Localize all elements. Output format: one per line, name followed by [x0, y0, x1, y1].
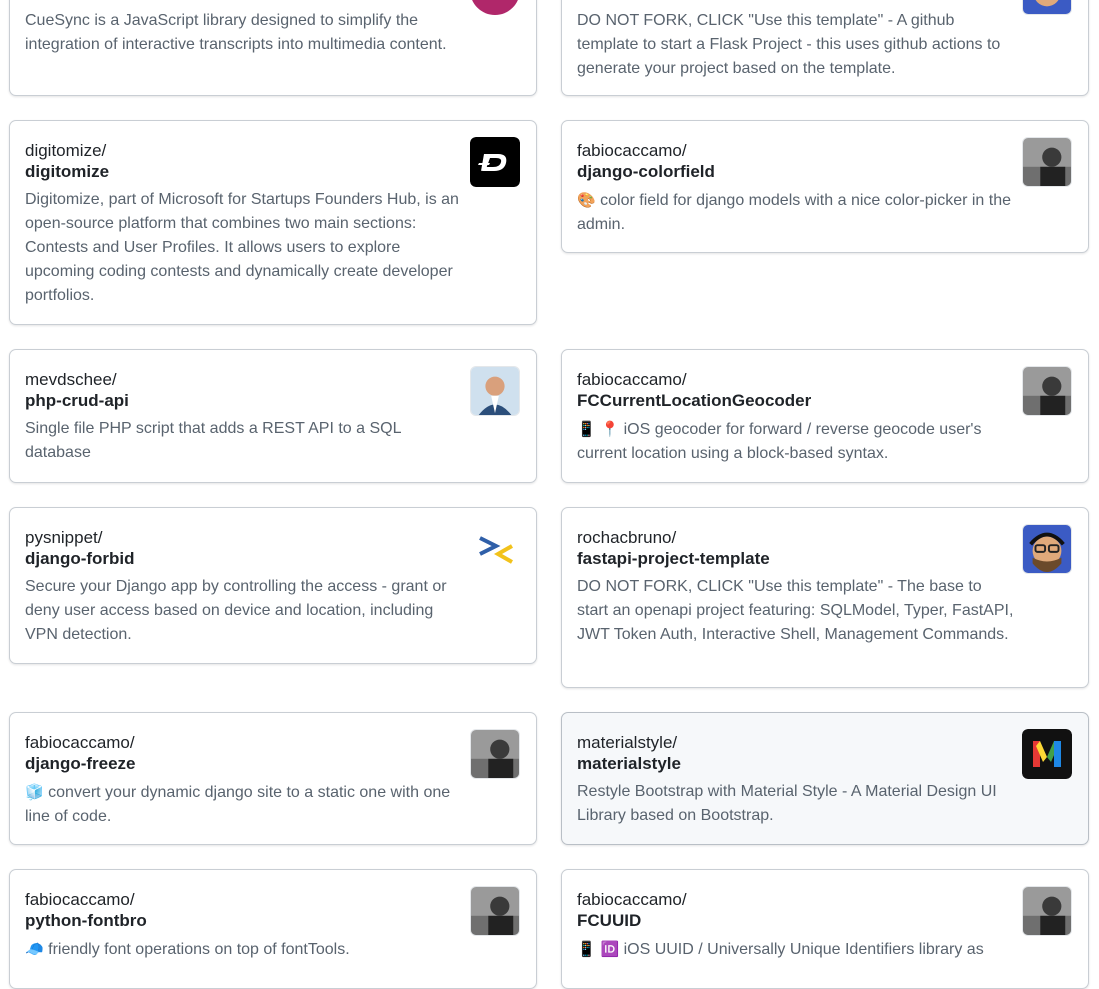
digitomize-logo-icon[interactable] [470, 137, 520, 187]
repo-description: Restyle Bootstrap with Material Style - … [577, 783, 997, 824]
repo-description: Digitomize, part of Microsoft for Startu… [25, 191, 459, 304]
repo-card-python-fontbro[interactable]: fabiocaccamo/ python-fontbro 🧢 friendly … [9, 869, 537, 989]
repo-card-fastapi-project-template[interactable]: rochacbruno/ fastapi-project-template DO… [561, 507, 1089, 688]
fabiocaccamo-avatar-icon[interactable] [1022, 366, 1072, 416]
cap-icon: 🧢 [25, 940, 44, 958]
repo-card-django-forbid[interactable]: pysnippet/ django-forbid Secure your Dja… [9, 507, 537, 664]
repo-owner-link[interactable]: fabiocaccamo/ [25, 889, 135, 910]
repo-card-django-freeze[interactable]: fabiocaccamo/ django-freeze 🧊 convert yo… [9, 712, 537, 845]
repo-description: 🧢 friendly font operations on top of fon… [25, 940, 350, 958]
repo-owner-link[interactable]: pysnippet/ [25, 527, 103, 548]
rochacbruno-avatar-icon[interactable] [1022, 0, 1072, 15]
repo-owner-link[interactable]: fabiocaccamo/ [577, 369, 687, 390]
repo-name-link[interactable]: django-forbid [25, 548, 135, 569]
repo-name-link[interactable]: django-freeze [25, 753, 136, 774]
cuesync-logo-icon[interactable] [470, 0, 520, 15]
pysnippet-logo-icon[interactable] [470, 524, 520, 574]
repo-card-fcuuid[interactable]: fabiocaccamo/ FCUUID 📱 🆔 iOS UUID / Univ… [561, 869, 1089, 989]
repo-name-link[interactable]: FCUUID [577, 910, 641, 931]
materialstyle-logo-icon[interactable] [1022, 729, 1072, 779]
mevdschee-avatar-icon[interactable] [470, 366, 520, 416]
fabiocaccamo-avatar-icon[interactable] [1022, 886, 1072, 936]
repo-name-link[interactable]: fastapi-project-template [577, 548, 770, 569]
ice-cube-icon: 🧊 [25, 783, 44, 801]
repo-description: Single file PHP script that adds a REST … [25, 420, 401, 461]
repo-card-digitomize[interactable]: digitomize/ digitomize Digitomize, part … [9, 120, 537, 325]
repo-description: 🧊 convert your dynamic django site to a … [25, 783, 451, 825]
rochacbruno-avatar-icon[interactable] [1022, 524, 1072, 574]
phone-pin-icon: 📱 📍 [577, 420, 620, 438]
repo-name-link[interactable]: django-colorfield [577, 161, 715, 182]
fabiocaccamo-avatar-icon[interactable] [470, 886, 520, 936]
repo-owner-link[interactable]: digitomize/ [25, 140, 106, 161]
fabiocaccamo-avatar-icon[interactable] [1022, 137, 1072, 187]
repo-owner-link[interactable]: fabiocaccamo/ [577, 889, 687, 910]
repo-description: 🎨 color field for django models with a n… [577, 191, 1012, 233]
repo-name-link[interactable]: python-fontbro [25, 910, 147, 931]
repo-description: DO NOT FORK, CLICK "Use this template" -… [577, 578, 1014, 643]
repo-owner-link[interactable]: materialstyle/ [577, 732, 677, 753]
fabiocaccamo-avatar-icon[interactable] [470, 729, 520, 779]
repo-owner-link[interactable]: fabiocaccamo/ [577, 140, 687, 161]
repo-name-link[interactable]: digitomize [25, 161, 109, 182]
repo-description: 📱 📍 iOS geocoder for forward / reverse g… [577, 420, 982, 462]
palette-icon: 🎨 [577, 191, 596, 209]
repo-card-php-crud-api[interactable]: mevdschee/ php-crud-api Single file PHP … [9, 349, 537, 483]
phone-id-icon: 📱 🆔 [577, 940, 620, 958]
repo-description: 📱 🆔 iOS UUID / Universally Unique Identi… [577, 940, 984, 958]
repo-description: Secure your Django app by controlling th… [25, 578, 447, 643]
repo-description: DO NOT FORK, CLICK "Use this template" -… [577, 12, 1001, 77]
repo-card-cuesync[interactable]: CueSync is a JavaScript library designed… [9, 0, 537, 96]
repo-owner-link[interactable]: rochacbruno/ [577, 527, 676, 548]
repo-name-link[interactable]: FCCurrentLocationGeocoder [577, 390, 811, 411]
repo-card-flask-template[interactable]: DO NOT FORK, CLICK "Use this template" -… [561, 0, 1089, 96]
repo-card-materialstyle[interactable]: materialstyle/ materialstyle Restyle Boo… [561, 712, 1089, 845]
repo-description: CueSync is a JavaScript library designed… [25, 12, 447, 53]
repo-owner-link[interactable]: fabiocaccamo/ [25, 732, 135, 753]
repo-name-link[interactable]: materialstyle [577, 753, 681, 774]
repo-name-link[interactable]: php-crud-api [25, 390, 129, 411]
repo-card-django-colorfield[interactable]: fabiocaccamo/ django-colorfield 🎨 color … [561, 120, 1089, 253]
repo-owner-link[interactable]: mevdschee/ [25, 369, 117, 390]
repo-card-fccurrentlocationgeocoder[interactable]: fabiocaccamo/ FCCurrentLocationGeocoder … [561, 349, 1089, 483]
